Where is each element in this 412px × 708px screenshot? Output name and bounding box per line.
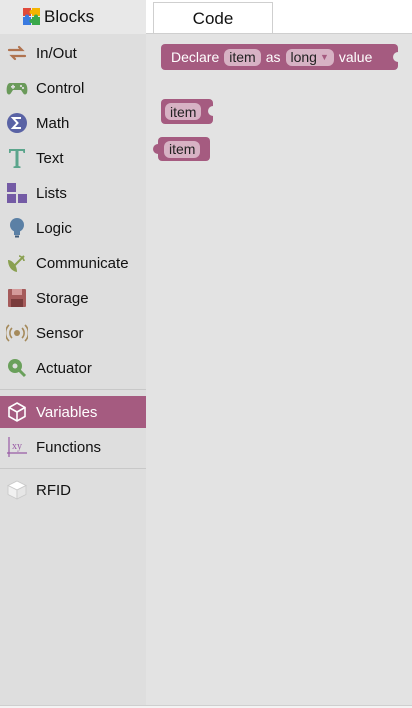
svg-text:xy: xy [12, 441, 22, 452]
xy-icon: xy [6, 436, 28, 458]
bulb-icon [6, 217, 28, 239]
category-communicate[interactable]: Communicate [0, 247, 146, 279]
category-label: Control [36, 79, 85, 97]
variable-value-block[interactable]: item [153, 137, 210, 161]
declare-label: Declare [171, 49, 220, 65]
unity-icon [6, 401, 28, 423]
category-label: Communicate [36, 254, 129, 272]
category-in-out[interactable]: In/Out [0, 37, 146, 69]
variable-name-field[interactable]: item [224, 48, 261, 66]
gamepad-icon [6, 77, 28, 99]
text-t-icon [6, 147, 28, 169]
category-label: Actuator [36, 359, 92, 377]
puzzle-icon [23, 8, 40, 25]
sigma-icon [6, 112, 28, 134]
category-label: Lists [36, 184, 67, 202]
value-label: value [338, 49, 373, 65]
chevron-down-icon: ▼ [319, 52, 329, 62]
declare-variable-block[interactable]: Declare item as long ▼ value [161, 44, 399, 70]
floppy-icon [6, 287, 28, 309]
category-rfid[interactable]: RFID [0, 474, 146, 506]
category-label: Text [36, 149, 64, 167]
variable-name-field[interactable]: item [165, 103, 202, 120]
category-label: Storage [36, 289, 89, 307]
category-label: Sensor [36, 324, 84, 342]
input-notch [208, 106, 214, 116]
category-label: In/Out [36, 44, 77, 62]
tab-blocks[interactable]: Blocks [0, 0, 146, 34]
category-label: Variables [36, 403, 98, 421]
tab-blocks-label: Blocks [44, 7, 95, 26]
sidebar-separator [0, 389, 146, 390]
satellite-icon [6, 252, 28, 274]
sensor-icon [6, 322, 28, 344]
lists-icon [6, 182, 28, 204]
category-label: RFID [36, 481, 71, 499]
variable-name-field[interactable]: item [164, 140, 201, 158]
cube-icon [6, 479, 28, 501]
type-dropdown[interactable]: long ▼ [285, 48, 334, 66]
category-math[interactable]: Math [0, 107, 146, 139]
type-dropdown-value: long [290, 49, 317, 65]
category-functions[interactable]: xy Functions [0, 431, 146, 463]
category-logic[interactable]: Logic [0, 212, 146, 244]
sidebar-separator [0, 468, 146, 469]
category-actuator[interactable]: Actuator [0, 352, 146, 384]
tab-bar: Blocks Code [0, 0, 412, 34]
actuator-icon [6, 357, 28, 379]
category-label: Logic [36, 219, 72, 237]
tab-code[interactable]: Code [153, 2, 273, 34]
arrows-icon [6, 42, 28, 64]
output-tab [153, 144, 159, 154]
as-label: as [265, 49, 281, 65]
category-control[interactable]: Control [0, 72, 146, 104]
category-lists[interactable]: Lists [0, 177, 146, 209]
category-sensor[interactable]: Sensor [0, 317, 146, 349]
category-sidebar: In/Out Control Math Text Lists Logic Com… [0, 34, 146, 705]
category-variables[interactable]: Variables [0, 396, 146, 428]
category-storage[interactable]: Storage [0, 282, 146, 314]
category-label: Functions [36, 438, 102, 456]
blocks-workspace[interactable] [146, 34, 412, 705]
category-text[interactable]: Text [0, 142, 146, 174]
input-notch [393, 52, 399, 62]
variable-getter-block[interactable]: item [161, 99, 214, 124]
category-label: Math [36, 114, 70, 132]
